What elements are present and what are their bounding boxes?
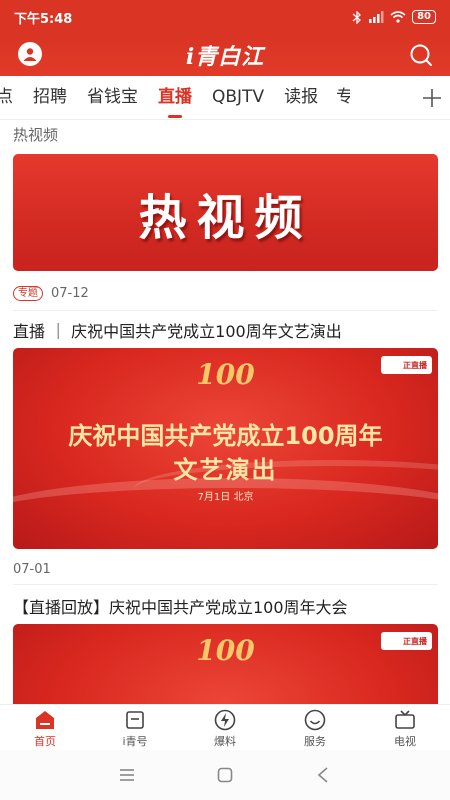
tab-home-label: 首页 — [34, 735, 56, 748]
home-nav-button[interactable] — [216, 766, 234, 784]
tab-tv[interactable]: 电视 — [360, 705, 450, 750]
signal-icon — [369, 11, 384, 23]
tv-icon — [394, 709, 416, 731]
user-avatar-button[interactable] — [18, 42, 42, 66]
emblem-caption — [151, 664, 301, 674]
status-icons: 80 — [352, 10, 436, 24]
bluetooth-icon — [352, 10, 362, 24]
topic-tag: 专题 — [13, 286, 43, 301]
tab-save-money[interactable]: 省钱宝 — [77, 76, 148, 119]
article-headline[interactable]: 直播 ｜ 庆祝中国共产党成立100周年文艺演出 — [13, 318, 342, 342]
article-headline[interactable]: 【直播回放】庆祝中国共产党成立100周年大会 — [13, 594, 348, 618]
back-icon — [317, 767, 328, 783]
home-icon — [34, 709, 56, 731]
emblem-caption — [151, 388, 301, 398]
status-bar: 下午5:48 80 — [0, 0, 450, 34]
hot-video-banner[interactable]: 热视频 — [13, 154, 438, 271]
tab-home[interactable]: 首页 — [0, 705, 90, 750]
lightning-icon — [214, 709, 236, 731]
tab-iqing-account[interactable]: i青号 — [90, 705, 180, 750]
article-thumbnail[interactable]: 100 正直播 庆祝中国共产党成立100周年 文艺演出 7月1日 北京 — [13, 348, 438, 549]
hero-title-line1: 庆祝中国共产党成立100周年 — [68, 422, 383, 450]
menu-button[interactable] — [118, 766, 136, 784]
live-badge: 正直播 — [381, 632, 432, 650]
wifi-icon — [390, 11, 406, 23]
app-header: i青白江 — [0, 34, 450, 76]
tab-special[interactable]: 专 — [328, 76, 350, 119]
hero-subtitle: 7月1日 北京 — [197, 492, 254, 503]
live-badge-text: 正直播 — [403, 636, 427, 646]
status-time: 下午5:48 — [14, 11, 73, 27]
bookmark-icon — [124, 709, 146, 731]
tab-live[interactable]: 直播 — [148, 76, 202, 119]
hero-title-line2: 文艺演出 — [173, 456, 278, 484]
tab-read-paper[interactable]: 读报 — [274, 76, 328, 119]
add-channel-button[interactable] — [414, 76, 450, 119]
channel-tabs: 点 招聘 省钱宝 直播 QBJTV 读报 专 — [0, 76, 450, 120]
system-nav-bar — [0, 750, 450, 800]
tab-qbjtv[interactable]: QBJTV — [202, 76, 274, 119]
tab-tv-label: 电视 — [394, 735, 416, 748]
feed: 热视频 热视频 专题 07-12 直播 ｜ 庆祝中国共产党成立100周年文艺演出… — [0, 120, 450, 704]
menu-icon — [120, 769, 134, 781]
bottom-tab-bar: 首页 i青号 爆料 服务 电视 — [0, 704, 450, 750]
item-meta: 专题 07-12 — [13, 286, 89, 301]
tab-dian[interactable]: 点 — [0, 76, 23, 119]
section-title: 热视频 — [13, 126, 59, 144]
live-badge-text: 正直播 — [403, 360, 427, 370]
tab-report[interactable]: 爆料 — [180, 705, 270, 750]
tab-recruit[interactable]: 招聘 — [23, 76, 77, 119]
centenary-emblem: 100 — [196, 634, 255, 667]
square-icon — [217, 767, 233, 783]
tab-service[interactable]: 服务 — [270, 705, 360, 750]
smile-icon — [304, 709, 326, 731]
centenary-emblem: 100 — [196, 358, 255, 391]
search-icon — [410, 44, 432, 66]
search-button[interactable] — [408, 42, 434, 68]
tab-report-label: 爆料 — [214, 735, 236, 748]
battery-indicator: 80 — [412, 10, 436, 24]
tab-service-label: 服务 — [304, 735, 326, 748]
app-logo: i青白江 — [185, 44, 265, 70]
divider — [13, 310, 438, 311]
live-badge: 正直播 — [381, 356, 432, 374]
banner-text: 热视频 — [138, 189, 313, 246]
article-thumbnail[interactable]: 100 正直播 — [13, 624, 438, 704]
tab-iqing-label: i青号 — [122, 735, 148, 748]
item-date: 07-12 — [51, 286, 89, 301]
user-icon — [23, 48, 37, 61]
plus-icon — [423, 89, 441, 107]
divider — [13, 584, 438, 585]
item-date: 07-01 — [13, 562, 51, 577]
back-nav-button[interactable] — [314, 766, 332, 784]
